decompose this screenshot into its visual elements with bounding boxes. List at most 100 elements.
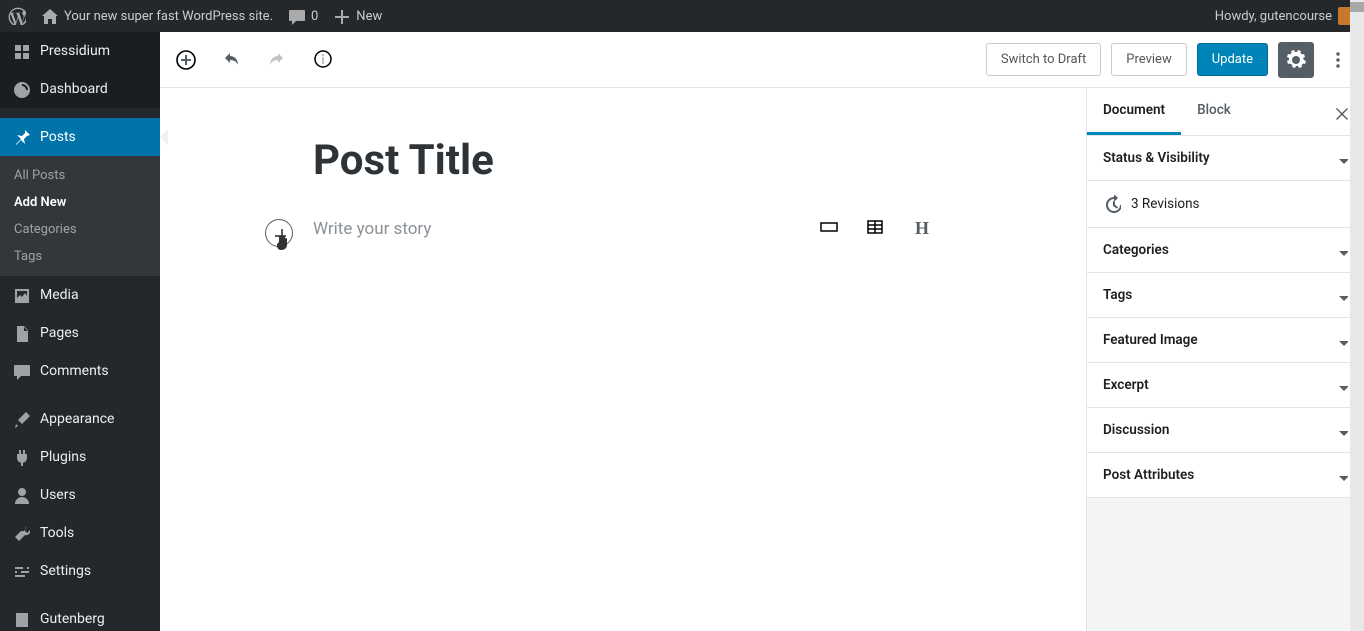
comments-link[interactable]: 0 <box>287 0 318 32</box>
info-button[interactable] <box>310 46 338 74</box>
plus-circle-icon <box>175 49 197 71</box>
gutenberg-icon <box>12 610 30 628</box>
sidebar-item-tools[interactable]: Tools <box>0 514 160 552</box>
section-featured-image[interactable]: Featured Image <box>1087 318 1364 362</box>
info-icon <box>313 49 335 71</box>
more-options-button[interactable] <box>1324 42 1352 78</box>
sidebar-item-appearance[interactable]: Appearance <box>0 400 160 438</box>
chevron-down-icon <box>1334 333 1348 347</box>
history-icon <box>1103 195 1121 213</box>
sidebar-item-comments[interactable]: Comments <box>0 352 160 390</box>
sidebar-item-plugins[interactable]: Plugins <box>0 438 160 476</box>
preview-button[interactable]: Preview <box>1111 43 1186 76</box>
sidebar-item-users[interactable]: Users <box>0 476 160 514</box>
section-excerpt[interactable]: Excerpt <box>1087 363 1364 407</box>
label: Pages <box>40 325 79 341</box>
submenu-all-posts[interactable]: All Posts <box>0 162 160 189</box>
revisions-label: 3 Revisions <box>1131 196 1200 212</box>
wrench-icon <box>12 524 30 542</box>
sliders-icon <box>12 562 30 580</box>
user-icon <box>12 486 30 504</box>
label: Settings <box>40 563 91 579</box>
tab-block[interactable]: Block <box>1181 88 1247 135</box>
label: Pressidium <box>40 43 110 59</box>
undo-button[interactable] <box>218 46 246 74</box>
comment-icon <box>287 7 305 25</box>
chevron-down-icon <box>1334 288 1348 302</box>
revisions-link[interactable]: 3 Revisions <box>1087 181 1364 228</box>
label: Featured Image <box>1103 332 1198 348</box>
window-scrollbar-thumb[interactable] <box>1350 2 1364 12</box>
label: Excerpt <box>1103 377 1149 393</box>
tab-document[interactable]: Document <box>1087 88 1181 135</box>
post-title-input[interactable]: Post Title <box>313 136 933 185</box>
sidebar-item-gutenberg[interactable]: Gutenberg <box>0 600 160 631</box>
label: Comments <box>40 363 109 379</box>
brush-icon <box>12 410 30 428</box>
new-content-link[interactable]: New <box>332 0 382 32</box>
label: Users <box>40 487 76 503</box>
chevron-down-icon <box>1334 423 1348 437</box>
cursor-hand-icon <box>273 232 291 254</box>
table-icon <box>865 217 887 239</box>
comments-count: 0 <box>311 9 318 24</box>
label: Post Attributes <box>1103 467 1194 483</box>
label: Appearance <box>40 411 114 427</box>
section-tags[interactable]: Tags <box>1087 273 1364 317</box>
label: Categories <box>1103 242 1169 258</box>
sidebar-item-pages[interactable]: Pages <box>0 314 160 352</box>
account-menu[interactable]: Howdy, gutencourse <box>1215 0 1356 32</box>
switch-to-draft-button[interactable]: Switch to Draft <box>986 43 1101 76</box>
section-status-visibility[interactable]: Status & Visibility <box>1087 136 1364 180</box>
chevron-down-icon <box>1334 243 1348 257</box>
close-icon <box>1332 104 1348 120</box>
widescreen-block-button[interactable] <box>819 217 841 239</box>
widescreen-icon <box>819 217 841 239</box>
grid-icon <box>12 42 30 60</box>
wp-logo[interactable] <box>8 0 26 32</box>
section-categories[interactable]: Categories <box>1087 228 1364 272</box>
label: Media <box>40 287 79 303</box>
media-icon <box>12 286 30 304</box>
chevron-down-icon <box>1334 151 1348 165</box>
sidebar-item-pressidium[interactable]: Pressidium <box>0 32 160 70</box>
undo-icon <box>221 49 243 71</box>
table-block-button[interactable] <box>865 217 887 239</box>
wordpress-icon <box>8 7 26 25</box>
window-scrollbar[interactable] <box>1350 0 1364 631</box>
posts-submenu: All Posts Add New Categories Tags <box>0 156 160 276</box>
admin-bar: Your new super fast WordPress site. 0 Ne… <box>0 0 1364 32</box>
chevron-down-icon <box>1334 468 1348 482</box>
submenu-add-new[interactable]: Add New <box>0 189 160 216</box>
sidebar-item-posts[interactable]: Posts <box>0 118 160 156</box>
sidebar-item-settings[interactable]: Settings <box>0 552 160 590</box>
submenu-tags[interactable]: Tags <box>0 243 160 270</box>
home-icon <box>40 7 58 25</box>
settings-panel: Document Block Status & Visibility 3 Rev… <box>1086 88 1364 631</box>
greeting-label: Howdy, gutencourse <box>1215 9 1332 24</box>
pin-icon <box>12 128 30 146</box>
label: Dashboard <box>40 81 108 97</box>
dashboard-icon <box>12 80 30 98</box>
sidebar-item-dashboard[interactable]: Dashboard <box>0 70 160 108</box>
heading-block-button[interactable]: H <box>911 217 933 239</box>
label: Discussion <box>1103 422 1169 438</box>
submenu-categories[interactable]: Categories <box>0 216 160 243</box>
settings-toggle-button[interactable] <box>1278 42 1314 78</box>
sidebar-item-media[interactable]: Media <box>0 276 160 314</box>
add-block-button[interactable] <box>172 46 200 74</box>
section-discussion[interactable]: Discussion <box>1087 408 1364 452</box>
dots-icon <box>1328 50 1348 70</box>
update-button[interactable]: Update <box>1197 43 1268 76</box>
editor-canvas: Post Title Write your story H <box>160 88 1086 631</box>
plus-icon <box>332 7 350 25</box>
site-link[interactable]: Your new super fast WordPress site. <box>40 0 273 32</box>
section-post-attributes[interactable]: Post Attributes <box>1087 453 1364 497</box>
chevron-down-icon <box>1334 378 1348 392</box>
redo-button[interactable] <box>264 46 292 74</box>
label: Plugins <box>40 449 86 465</box>
comment-icon <box>12 362 30 380</box>
page-icon <box>12 324 30 342</box>
heading-icon: H <box>915 218 929 239</box>
label: Posts <box>40 129 76 145</box>
